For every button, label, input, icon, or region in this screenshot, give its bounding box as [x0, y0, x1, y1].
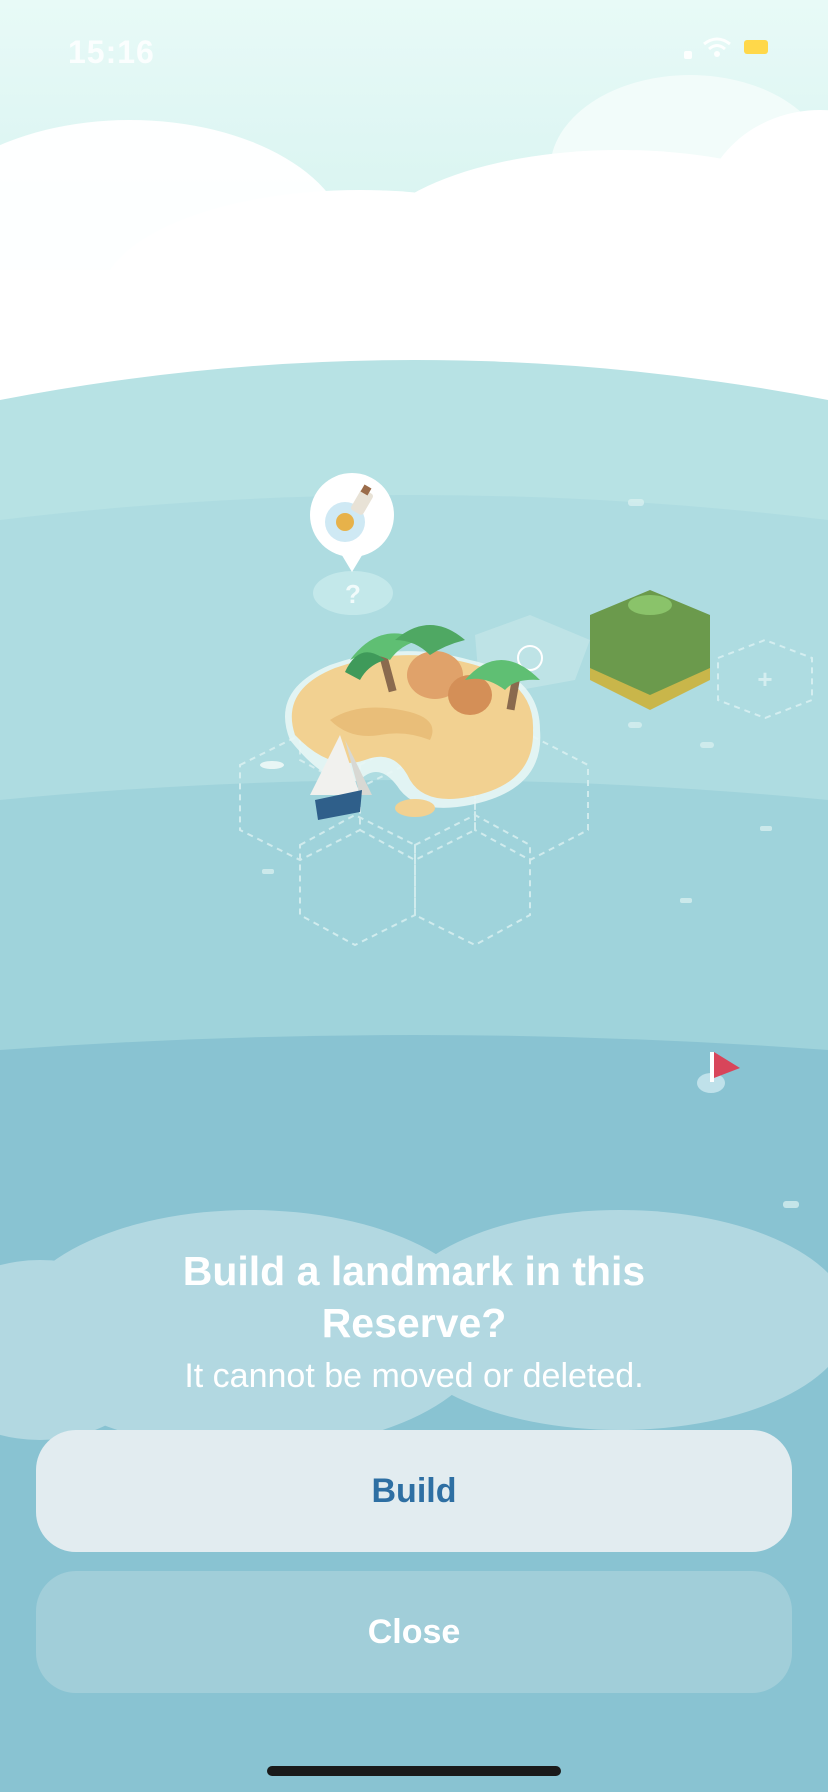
battery-icon: [744, 40, 768, 54]
status-time: 15:16: [68, 34, 155, 70]
dialog-title: Build a landmark in this Reserve?: [0, 1245, 828, 1349]
dialog-title-line2: Reserve?: [321, 1300, 507, 1346]
home-indicator[interactable]: [267, 1766, 561, 1776]
wifi-icon: [703, 37, 731, 57]
locked-tile-mark: +: [757, 664, 772, 694]
dialog-subtitle: It cannot be moved or deleted.: [184, 1357, 644, 1395]
cellular-signal-icon: [684, 51, 692, 59]
build-button[interactable]: Build: [36, 1430, 792, 1552]
close-button[interactable]: Close: [36, 1571, 792, 1693]
bubble-question-mark: ?: [345, 579, 361, 609]
dialog-title-line1: Build a landmark in this: [182, 1248, 646, 1294]
bottle-bubble: ?: [310, 473, 394, 615]
sky-clouds: [0, 75, 828, 410]
status-bar: 15:16: [0, 30, 828, 70]
